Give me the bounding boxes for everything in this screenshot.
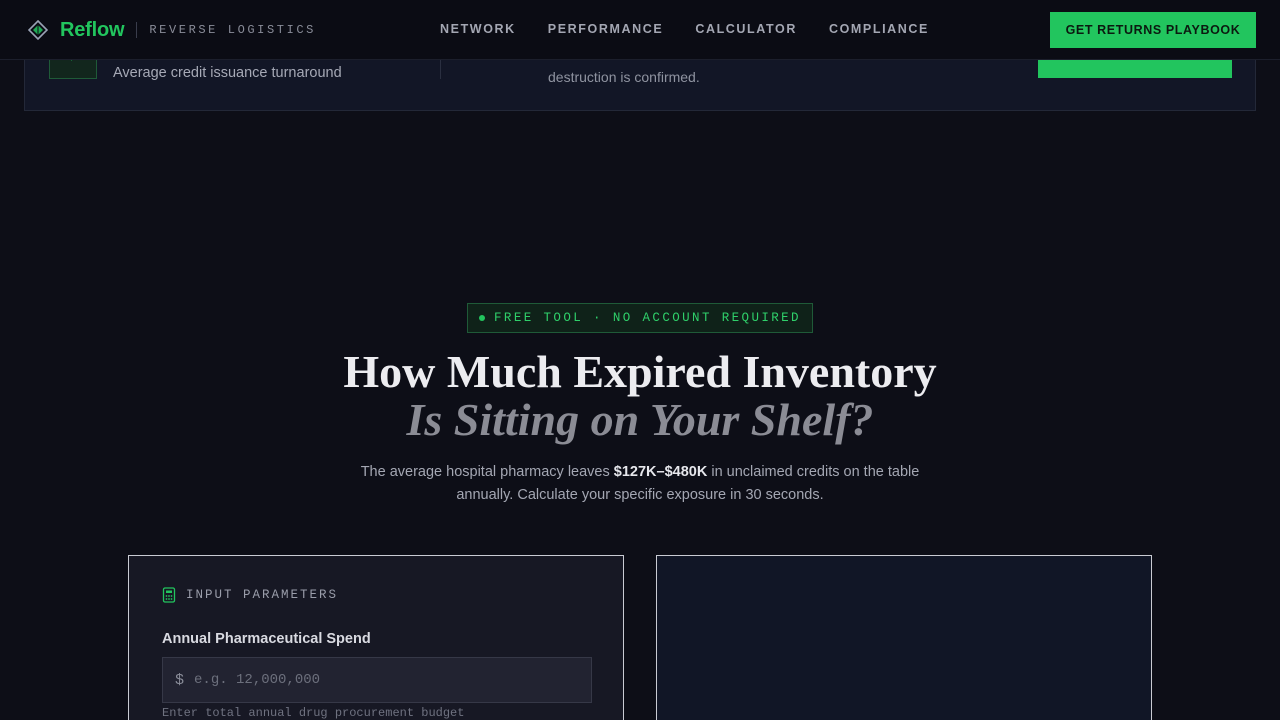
brand-tagline: REVERSE LOGISTICS: [149, 23, 316, 37]
hero-subtitle: The average hospital pharmacy leaves $12…: [340, 461, 940, 507]
annual-spend-field[interactable]: $: [162, 657, 592, 703]
brand-name: Reflow: [60, 18, 125, 41]
nav-links: NETWORK PERFORMANCE CALCULATOR COMPLIANC…: [440, 22, 961, 36]
hero-title-italic: Is Sitting on Your Shelf?: [406, 394, 874, 445]
diamond-logo-icon: [28, 20, 48, 40]
nav-link-compliance[interactable]: COMPLIANCE: [829, 22, 929, 36]
stat-label: Average credit issuance turnaround: [113, 65, 342, 81]
badge-label: FREE TOOL · NO ACCOUNT REQUIRED: [494, 311, 801, 325]
get-returns-playbook-button[interactable]: GET RETURNS PLAYBOOK: [1050, 12, 1256, 48]
input-parameters-panel: INPUT PARAMETERS Annual Pharmaceutical S…: [128, 555, 624, 720]
hero-sub-before: The average hospital pharmacy leaves: [360, 464, 614, 480]
currency-prefix: $: [175, 671, 185, 689]
annual-spend-hint: Enter total annual drug procurement budg…: [162, 706, 465, 720]
brand-divider: [136, 22, 138, 38]
results-panel: [656, 555, 1152, 720]
top-nav: Reflow REVERSE LOGISTICS NETWORK PERFORM…: [0, 0, 1280, 60]
panel-header: INPUT PARAMETERS: [162, 587, 338, 603]
panel-title: INPUT PARAMETERS: [186, 588, 339, 602]
free-tool-badge: FREE TOOL · NO ACCOUNT REQUIRED: [467, 303, 813, 333]
nav-link-network[interactable]: NETWORK: [440, 22, 516, 36]
status-dot-icon: [479, 315, 486, 321]
annual-spend-label: Annual Pharmaceutical Spend: [162, 631, 371, 647]
hero-sub-highlight: $127K–$480K: [613, 464, 708, 480]
annual-spend-input[interactable]: [194, 672, 575, 688]
strip-note: destruction is confirmed.: [548, 69, 700, 85]
calculator-icon: [162, 587, 176, 603]
brand[interactable]: Reflow REVERSE LOGISTICS: [28, 18, 316, 42]
hero-title: How Much Expired Inventory: [343, 346, 937, 397]
nav-link-calculator[interactable]: CALCULATOR: [695, 22, 797, 36]
nav-link-performance[interactable]: PERFORMANCE: [548, 22, 664, 36]
